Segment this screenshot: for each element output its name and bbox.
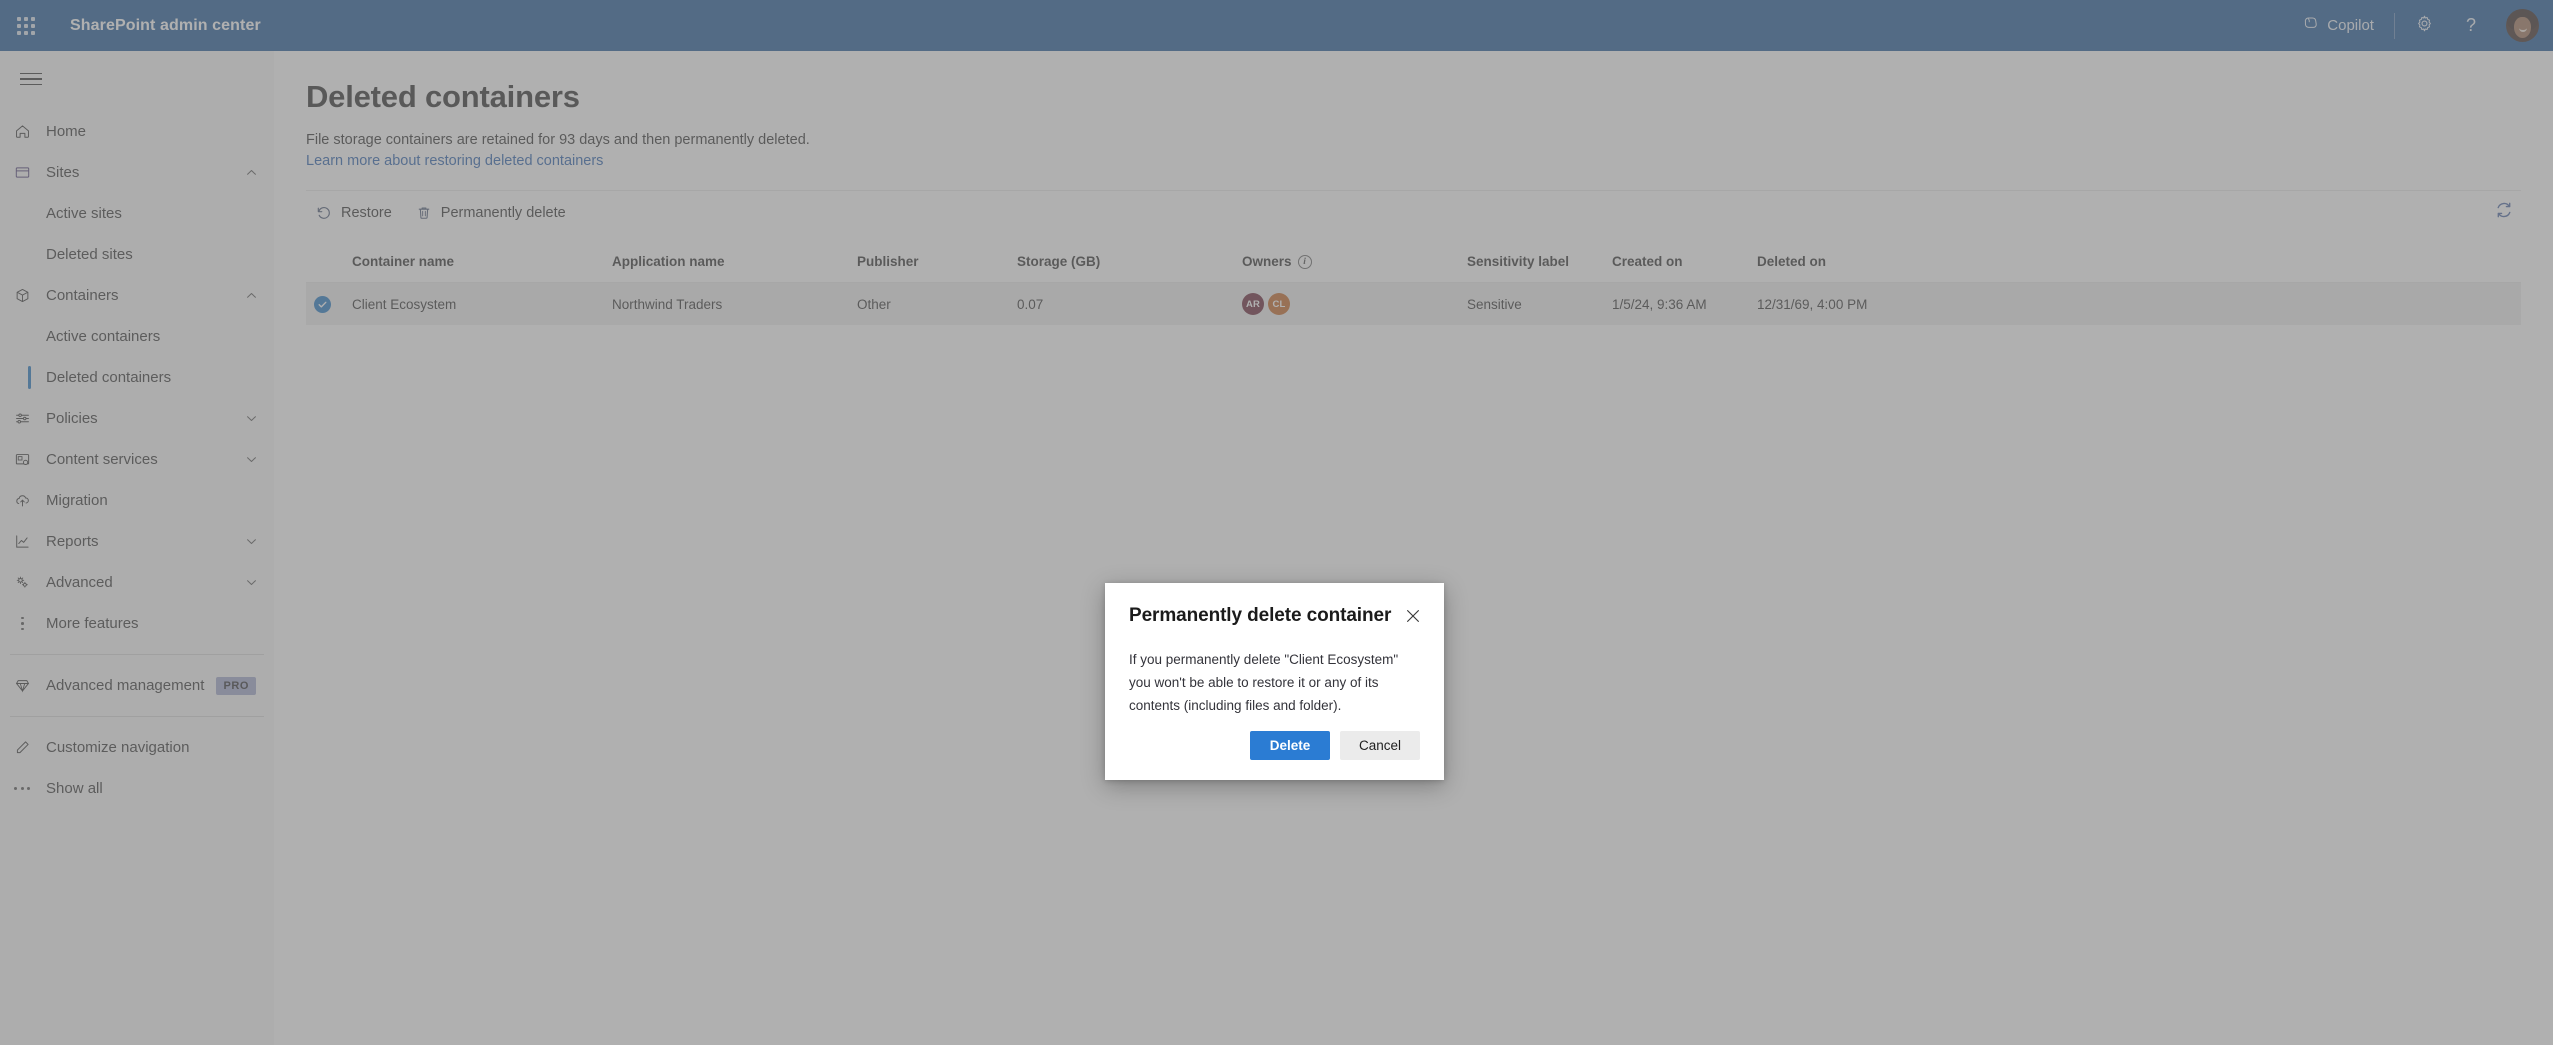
dialog-cancel-button[interactable]: Cancel bbox=[1340, 731, 1420, 760]
dialog-title: Permanently delete container bbox=[1129, 605, 1392, 626]
dialog-body-text: If you permanently delete "Client Ecosys… bbox=[1129, 652, 1399, 714]
close-icon[interactable] bbox=[1400, 603, 1426, 629]
dialog-header: Permanently delete container bbox=[1129, 605, 1420, 629]
dialog-actions: Delete Cancel bbox=[1129, 731, 1420, 760]
app-root: SharePoint admin center Copilot bbox=[0, 0, 2553, 1045]
modal-overlay[interactable] bbox=[0, 0, 2553, 1045]
permanently-delete-dialog: Permanently delete container If you perm… bbox=[1105, 583, 1444, 780]
dialog-delete-button[interactable]: Delete bbox=[1250, 731, 1330, 760]
